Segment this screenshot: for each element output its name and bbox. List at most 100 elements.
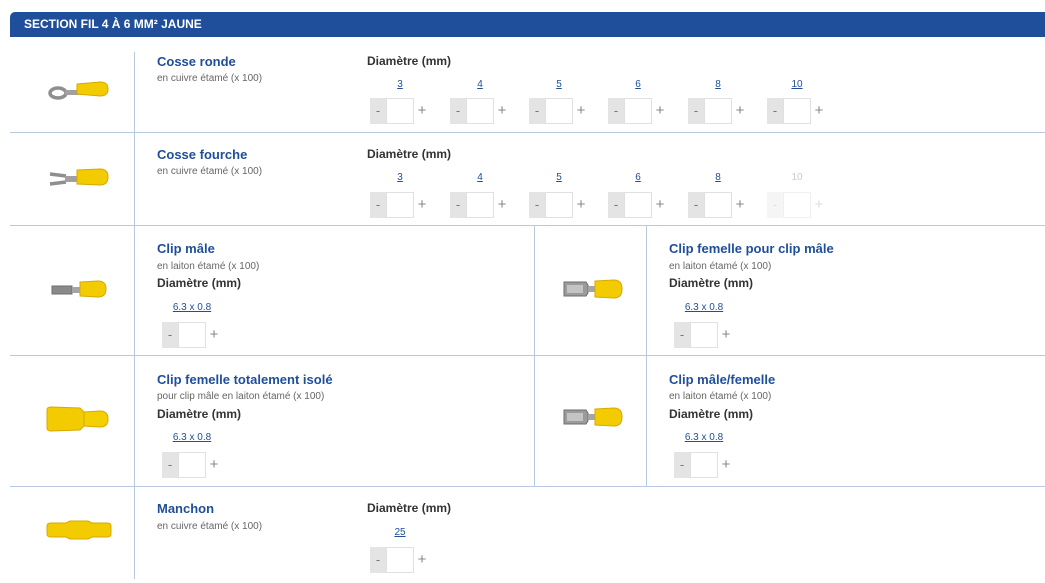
product-subtitle: en cuivre étamé (x 100)	[157, 521, 263, 532]
quantity-input[interactable]	[545, 98, 573, 124]
quantity-input[interactable]	[466, 98, 494, 124]
quantity-input[interactable]	[178, 322, 206, 348]
plus-button[interactable]: +	[652, 192, 668, 218]
plus-button[interactable]: +	[811, 98, 827, 124]
size-option-6-3x0-8[interactable]: 6.3 x 0.8	[674, 432, 734, 443]
minus-button[interactable]: -	[529, 98, 545, 124]
size-option-4[interactable]: 4	[450, 172, 510, 183]
minus-button[interactable]: -	[370, 192, 386, 218]
quantity-stepper: - +	[529, 192, 589, 218]
plus-button[interactable]: +	[732, 98, 748, 124]
size-option-3[interactable]: 3	[370, 79, 430, 90]
quantity-input[interactable]	[386, 192, 414, 218]
quantity-stepper: - +	[370, 547, 430, 573]
quantity-input[interactable]	[386, 98, 414, 124]
section-title: SECTION FIL 4 À 6 MM² JAUNE	[24, 17, 202, 31]
size-option-6[interactable]: 6	[608, 172, 668, 183]
quantity-stepper: - +	[674, 452, 734, 478]
plus-button[interactable]: +	[718, 322, 734, 348]
minus-button[interactable]: -	[370, 98, 386, 124]
product-subtitle: en laiton étamé (x 100)	[669, 261, 772, 272]
minus-button[interactable]: -	[674, 322, 690, 348]
plus-button[interactable]: +	[414, 192, 430, 218]
quantity-input[interactable]	[624, 192, 652, 218]
plus-button[interactable]: +	[414, 547, 430, 573]
row-divider	[10, 355, 1045, 356]
minus-button[interactable]: -	[688, 98, 704, 124]
quantity-stepper: - +	[688, 98, 748, 124]
quantity-input[interactable]	[690, 322, 718, 348]
product-title: Clip femelle totalement isolé	[157, 372, 333, 387]
product-title: Manchon	[157, 501, 215, 516]
column-divider	[646, 226, 647, 486]
minus-button[interactable]: -	[162, 452, 178, 478]
size-option-6-3x0-8[interactable]: 6.3 x 0.8	[162, 432, 222, 443]
minus-button: -	[767, 192, 783, 218]
size-option-6-3x0-8[interactable]: 6.3 x 0.8	[162, 302, 222, 313]
quantity-stepper: - +	[162, 452, 222, 478]
diameter-label: Diamètre (mm)	[367, 54, 452, 68]
size-option-10[interactable]: 10	[767, 79, 827, 90]
quantity-stepper: - +	[608, 98, 668, 124]
quantity-input[interactable]	[466, 192, 494, 218]
size-option-3[interactable]: 3	[370, 172, 430, 183]
minus-button[interactable]: -	[608, 192, 624, 218]
quantity-stepper: - +	[688, 192, 748, 218]
clip-male-image	[51, 280, 107, 298]
size-option-8[interactable]: 8	[688, 79, 748, 90]
plus-button[interactable]: +	[206, 322, 222, 348]
plus-button[interactable]: +	[206, 452, 222, 478]
diameter-label: Diamètre (mm)	[669, 276, 754, 290]
minus-button[interactable]: -	[450, 192, 466, 218]
minus-button[interactable]: -	[767, 98, 783, 124]
minus-button[interactable]: -	[529, 192, 545, 218]
plus-button[interactable]: +	[414, 98, 430, 124]
quantity-input[interactable]	[545, 192, 573, 218]
minus-button[interactable]: -	[688, 192, 704, 218]
plus-button[interactable]: +	[573, 192, 589, 218]
plus-button[interactable]: +	[732, 192, 748, 218]
quantity-input[interactable]	[624, 98, 652, 124]
minus-button[interactable]: -	[674, 452, 690, 478]
quantity-input[interactable]	[783, 98, 811, 124]
diameter-label: Diamètre (mm)	[157, 407, 242, 421]
size-option-8[interactable]: 8	[688, 172, 748, 183]
product-subtitle: en cuivre étamé (x 100)	[157, 73, 263, 84]
size-option-5[interactable]: 5	[529, 79, 589, 90]
size-option-25[interactable]: 25	[370, 527, 430, 538]
minus-button[interactable]: -	[370, 547, 386, 573]
minus-button[interactable]: -	[608, 98, 624, 124]
size-option-6[interactable]: 6	[608, 79, 668, 90]
product-title: Clip femelle pour clip mâle	[669, 241, 834, 256]
plus-button[interactable]: +	[494, 192, 510, 218]
quantity-input[interactable]	[178, 452, 206, 478]
row-divider	[10, 132, 1045, 133]
product-title: Cosse fourche	[157, 147, 248, 162]
clip-femelle-isole-image	[46, 406, 109, 432]
product-title: Cosse ronde	[157, 54, 236, 69]
quantity-stepper: - +	[608, 192, 668, 218]
quantity-stepper: - +	[450, 192, 510, 218]
size-option-6-3x0-8[interactable]: 6.3 x 0.8	[674, 302, 734, 313]
minus-button[interactable]: -	[162, 322, 178, 348]
quantity-input[interactable]	[704, 98, 732, 124]
plus-button: +	[814, 196, 824, 213]
row-divider	[10, 486, 1045, 487]
quantity-stepper: - +	[370, 192, 430, 218]
quantity-input[interactable]	[704, 192, 732, 218]
plus-button[interactable]: +	[494, 98, 510, 124]
plus-button[interactable]: +	[718, 452, 734, 478]
column-divider	[134, 52, 135, 579]
plus-button[interactable]: +	[652, 98, 668, 124]
clip-male-femelle-image	[563, 407, 623, 427]
size-option-4[interactable]: 4	[450, 79, 510, 90]
quantity-input[interactable]	[690, 452, 718, 478]
minus-button[interactable]: -	[450, 98, 466, 124]
quantity-stepper: - +	[370, 98, 430, 124]
cosse-fourche-image	[49, 168, 109, 186]
product-title: Clip mâle/femelle	[669, 372, 776, 387]
size-option-5[interactable]: 5	[529, 172, 589, 183]
plus-button[interactable]: +	[573, 98, 589, 124]
quantity-stepper: - +	[674, 322, 734, 348]
quantity-input[interactable]	[386, 547, 414, 573]
